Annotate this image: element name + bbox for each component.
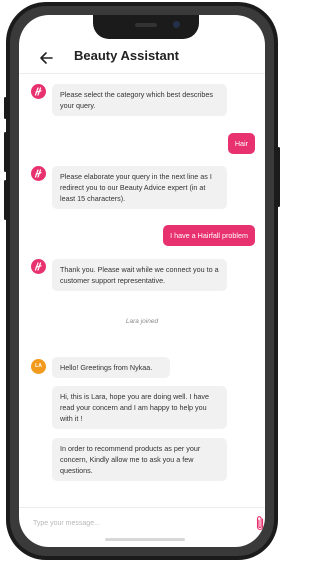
- nykaa-logo-icon: [34, 262, 42, 271]
- phone-bezel: Beauty Assistant Please select the categ…: [10, 6, 274, 556]
- app-header: Beauty Assistant: [19, 45, 265, 74]
- front-camera: [173, 21, 180, 28]
- nykaa-logo-icon: [34, 87, 42, 96]
- user-message: I have a Hairfall problem: [163, 225, 255, 246]
- volume-up-button: [4, 132, 7, 172]
- arrow-left-icon[interactable]: [39, 51, 53, 65]
- chat-thread: Please select the category which best de…: [19, 75, 265, 505]
- phone-frame: Beauty Assistant Please select the categ…: [4, 2, 280, 560]
- bot-message: Please elaborate your query in the next …: [52, 166, 227, 209]
- speaker: [135, 23, 157, 27]
- screen: Beauty Assistant Please select the categ…: [19, 15, 265, 547]
- paperclip-icon[interactable]: [255, 515, 265, 532]
- user-message: Hair: [227, 133, 255, 154]
- bot-avatar: [31, 166, 46, 181]
- notch: [93, 15, 199, 39]
- bot-message: Thank you. Please wait while we connect …: [52, 259, 227, 291]
- power-button: [277, 147, 280, 207]
- agent-message: In order to recommend products as per yo…: [52, 438, 227, 481]
- agent-avatar: LA: [31, 359, 46, 374]
- page-title: Beauty Assistant: [74, 48, 179, 63]
- bot-message: Please select the category which best de…: [52, 84, 227, 116]
- bot-avatar: [31, 84, 46, 99]
- system-notice: Lara joined: [125, 318, 159, 325]
- volume-down-button: [4, 180, 7, 220]
- message-input[interactable]: [33, 516, 233, 530]
- nykaa-logo-icon: [34, 169, 42, 178]
- bot-avatar: [31, 259, 46, 274]
- message-composer: [19, 507, 265, 538]
- agent-message: Hi, this is Lara, hope you are doing wel…: [52, 386, 227, 429]
- mute-switch: [4, 97, 7, 119]
- home-indicator: [105, 538, 185, 541]
- agent-message: Hello! Greetings from Nykaa.: [52, 357, 170, 378]
